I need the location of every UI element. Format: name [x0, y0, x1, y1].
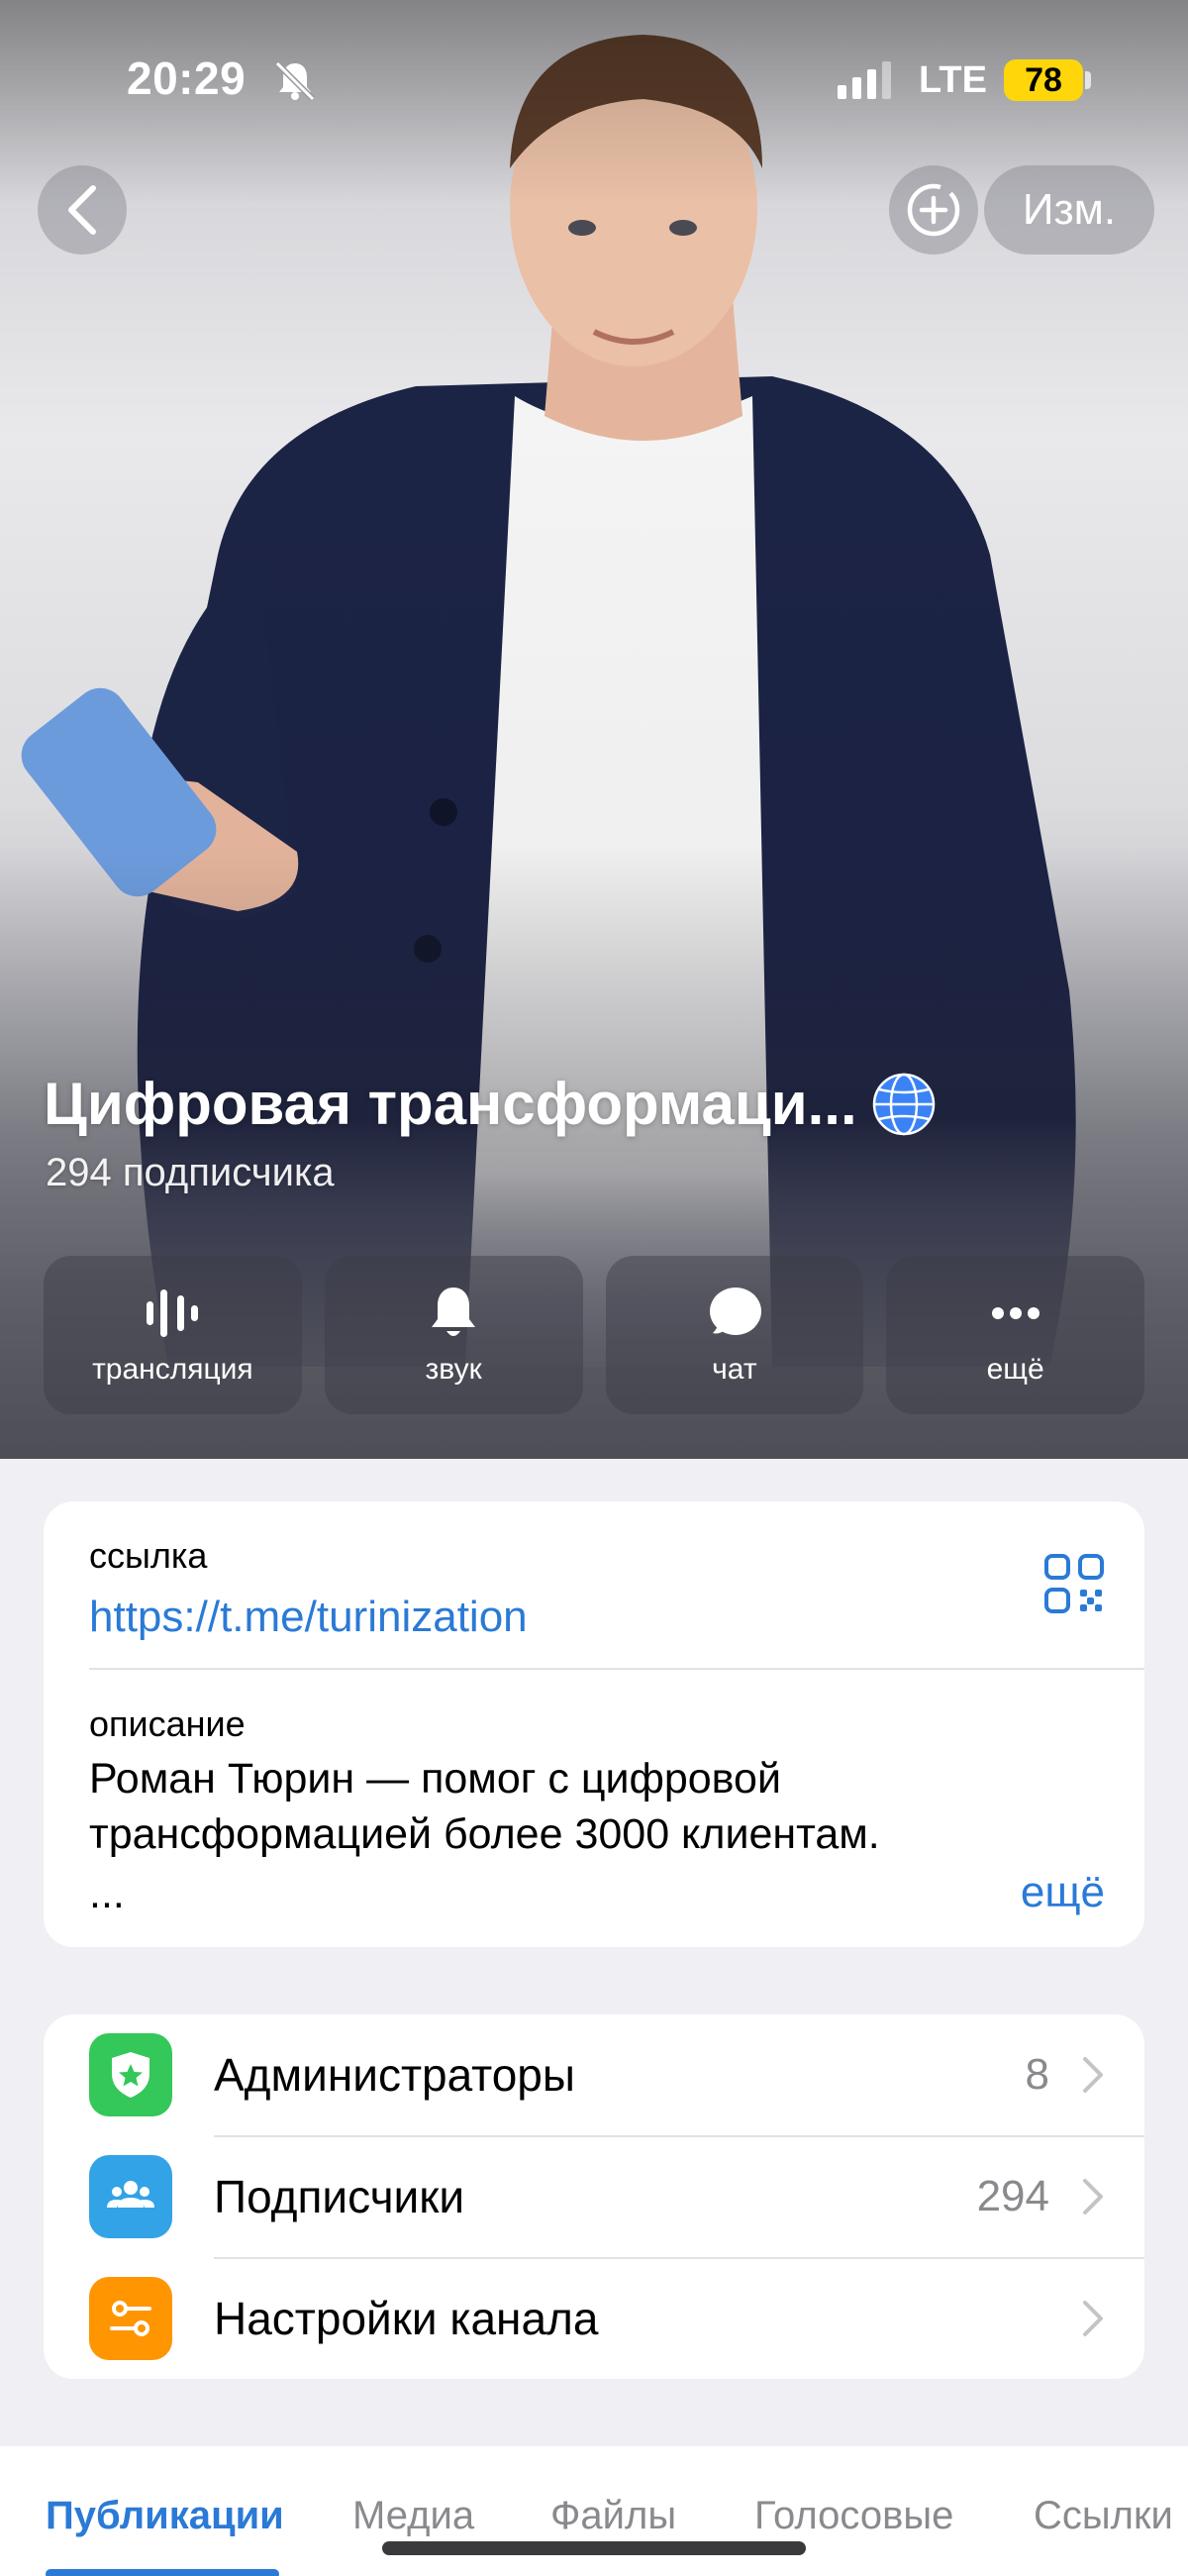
live-stream-button[interactable]: трансляция [44, 1256, 302, 1414]
tab-voice[interactable]: Голосовые [754, 2494, 953, 2538]
channel-info-card: ссылка https://t.me/turinization описани… [44, 1501, 1144, 1947]
channel-title: Цифровая трансформаци... [44, 1070, 937, 1138]
action-label: звук [425, 1353, 482, 1386]
add-circle-icon [907, 183, 960, 237]
mute-bell-icon [274, 60, 316, 101]
menu-item-channel-settings[interactable]: Настройки канала [44, 2258, 1144, 2379]
status-time: 20:29 [127, 52, 247, 104]
channel-subscriber-count: 294 подписчика [46, 1151, 335, 1194]
action-label: ещё [986, 1353, 1044, 1386]
chat-button[interactable]: чат [605, 1256, 864, 1414]
action-label: трансляция [92, 1353, 253, 1386]
chevron-right-icon [1083, 2057, 1103, 2093]
battery-cap [1085, 71, 1091, 89]
tab-files[interactable]: Файлы [550, 2494, 676, 2538]
channel-actions: трансляция звук чат ещё [44, 1256, 1144, 1414]
signal-icon [838, 61, 891, 99]
add-story-button[interactable] [889, 165, 978, 255]
globe-icon [872, 1073, 935, 1135]
menu-item-subscribers[interactable]: Подписчики 294 [44, 2136, 1144, 2257]
divider [89, 1668, 1144, 1670]
channel-link[interactable]: https://t.me/turinization [89, 1593, 528, 1642]
tab-media[interactable]: Медиа [352, 2494, 474, 2538]
home-indicator[interactable] [382, 2541, 806, 2555]
chat-icon [709, 1288, 761, 1335]
back-button[interactable] [38, 165, 127, 255]
more-icon [991, 1307, 1040, 1319]
admin-shield-icon [89, 2033, 172, 2116]
people-icon [107, 2181, 154, 2208]
network-type: LTE [919, 59, 987, 101]
menu-item-administrators[interactable]: Администраторы 8 [44, 2014, 1144, 2135]
tab-publications[interactable]: Публикации [46, 2494, 284, 2538]
active-tab-indicator [46, 2569, 279, 2576]
link-label: ссылка [89, 1535, 208, 1576]
menu-value: 8 [1025, 2050, 1049, 2099]
chevron-right-icon [1083, 2179, 1103, 2215]
shield-star-icon [112, 2052, 149, 2098]
chevron-left-icon [68, 185, 96, 235]
sound-button[interactable]: звук [324, 1256, 583, 1414]
menu-label: Администраторы [214, 2049, 575, 2101]
action-label: чат [712, 1353, 757, 1386]
menu-label: Настройки канала [214, 2293, 599, 2344]
description-label: описание [89, 1703, 246, 1744]
media-tabs: Публикации Медиа Файлы Голосовые Ссылки [0, 2446, 1188, 2576]
channel-hero: 20:29 LTE 78 Изм. Цифровая трансформаци.… [0, 0, 1188, 1459]
menu-value: 294 [976, 2172, 1049, 2220]
channel-management-card: Администраторы 8 Подписчики 294 Настройк… [44, 2014, 1144, 2379]
sliders-icon [110, 2301, 151, 2336]
battery-indicator: 78 [1004, 59, 1083, 101]
description-ellipsis: ... [89, 1870, 125, 1917]
stream-icon [147, 1289, 199, 1337]
description-more-link[interactable]: ещё [1021, 1868, 1105, 1917]
more-button[interactable]: ещё [886, 1256, 1144, 1414]
menu-label: Подписчики [214, 2171, 465, 2222]
tab-links[interactable]: Ссылки [1034, 2494, 1173, 2538]
channel-title-text: Цифровая трансформаци... [44, 1071, 857, 1137]
subscribers-icon [89, 2155, 172, 2238]
channel-description: Роман Тюрин — помог с цифровой трансформ… [89, 1755, 880, 1858]
chevron-right-icon [1083, 2301, 1103, 2336]
qr-code-icon[interactable] [1043, 1553, 1105, 1614]
edit-button[interactable]: Изм. [984, 165, 1154, 255]
settings-sliders-icon [89, 2277, 172, 2360]
bell-icon [432, 1288, 476, 1336]
